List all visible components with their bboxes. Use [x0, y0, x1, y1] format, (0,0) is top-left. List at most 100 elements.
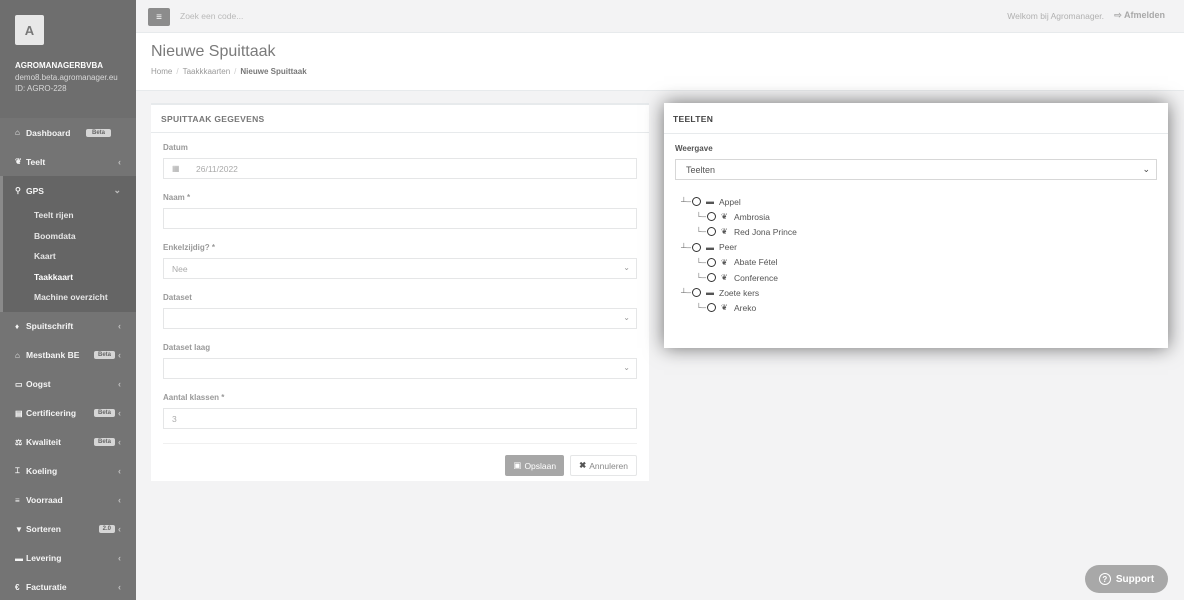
certificate-icon: ▤	[15, 408, 23, 418]
chevron-left-icon: ‹	[118, 156, 121, 167]
enkelzijdig-value: Nee	[172, 263, 188, 274]
logout-link[interactable]: ⇨ Afmelden	[1114, 10, 1165, 21]
search-input[interactable]: Zoek een code...	[180, 11, 243, 21]
dataset-laag-select[interactable]: ⌄	[163, 358, 637, 379]
sidebar-item-label: Levering	[26, 553, 62, 563]
save-button[interactable]: ▣ Opslaan	[505, 455, 565, 476]
cancel-label: Annuleren	[589, 460, 628, 471]
sidebar-link[interactable]: ⌂ Dashboard Beta	[0, 118, 136, 147]
basket-icon: ▭	[15, 379, 23, 389]
sidebar-item-teelt[interactable]: ❦ Teelt ‹	[0, 147, 136, 176]
sidebar-item-facturatie[interactable]: € Facturatie ‹	[0, 573, 136, 600]
naam-label: Naam *	[163, 193, 191, 202]
sidebar-item-certificering[interactable]: ▤ Certificering Beta ‹	[0, 399, 136, 428]
sidebar-link[interactable]: ▤ Certificering Beta ‹	[0, 399, 136, 428]
sidebar-item-mestbank-be[interactable]: ⌂ Mestbank BE Beta ‹	[0, 341, 136, 370]
submenu-item-machine-overzicht[interactable]: Machine overzicht	[3, 287, 136, 308]
tree-connector: └–	[696, 273, 707, 283]
submenu-item-boomdata[interactable]: Boomdata	[3, 226, 136, 247]
sidebar-item-label: Oogst	[26, 379, 51, 389]
chevron-left-icon: ‹	[118, 582, 121, 592]
tree-node-child[interactable]: └– ❦ Areko	[681, 300, 1157, 315]
sidebar-link[interactable]: ▼ Sorteren 2.0 ‹	[0, 515, 136, 544]
sidebar-link[interactable]: ⚖ Kwaliteit Beta ‹	[0, 428, 136, 457]
form-actions: ▣ Opslaan ✖ Annuleren	[163, 443, 637, 476]
company-name[interactable]: AGROMANAGERBVBA	[15, 61, 121, 70]
tree-node-child[interactable]: └– ❦ Red Jona Prince	[681, 224, 1157, 239]
radio-circle-icon[interactable]	[707, 257, 716, 267]
radio-circle-icon[interactable]	[707, 303, 716, 313]
radio-circle-icon[interactable]	[692, 288, 701, 298]
sidebar-link[interactable]: ⚲ GPS ⌄	[3, 176, 136, 205]
tree-node-label: Conference	[734, 272, 778, 283]
tree-connector: └–	[696, 212, 707, 222]
datum-label: Datum	[163, 143, 188, 152]
folder-icon: ▬	[706, 197, 714, 207]
tree-node-child[interactable]: └– ❦ Conference	[681, 270, 1157, 285]
avatar[interactable]: A	[15, 15, 44, 45]
breadcrumb-taakkaarten[interactable]: Taakkkaarten	[183, 67, 231, 76]
sidebar-item-koeling[interactable]: ⌶ Koeling ‹	[0, 457, 136, 486]
sidebar-item-levering[interactable]: ▬ Levering ‹	[0, 544, 136, 573]
profile-email: demo8.beta.agromanager.eu	[15, 73, 118, 82]
klassen-field[interactable]: 3	[163, 408, 637, 429]
sidebar-link[interactable]: ⌂ Mestbank BE Beta ‹	[0, 341, 136, 370]
submenu-item-teelt-rijen[interactable]: Teelt rijen	[3, 205, 136, 226]
tree-node-parent[interactable]: ┴– ▬ Peer	[681, 240, 1157, 255]
sidebar-item-gps[interactable]: ⚲ GPS ⌄ Teelt rijen Boomdata Kaart Taakkaart Ma…	[0, 176, 136, 312]
dataset-label: Dataset	[163, 293, 192, 302]
tree-node-child[interactable]: └– ❦ Ambrosia	[681, 209, 1157, 224]
weergave-select[interactable]: Teelten ⌄	[675, 159, 1157, 180]
chevron-down-icon: ⌄	[623, 313, 630, 322]
radio-circle-icon[interactable]	[707, 273, 716, 283]
spuittaak-form: Datum ▦ 26/11/2022 Naam * Enkelzijdig? * …	[151, 133, 649, 429]
support-button[interactable]: ? Support	[1085, 565, 1168, 593]
menu-toggle-button[interactable]: ≡	[148, 8, 170, 26]
radio-circle-icon[interactable]	[707, 212, 716, 222]
welcome-text: Welkom bij Agromanager.	[1007, 11, 1104, 21]
tree-node-child[interactable]: └– ❦ Abate Fétel	[681, 255, 1157, 270]
chevron-down-icon: ⌄	[113, 185, 121, 195]
teelten-panel: TEELTEN Weergave Teelten ⌄ ┴– ▬ Appel └– ❦ Amb…	[664, 103, 1168, 348]
sidebar-item-label: Mestbank BE	[26, 350, 80, 360]
sidebar-item-sorteren[interactable]: ▼ Sorteren 2.0 ‹	[0, 515, 136, 544]
chevron-down-icon: ⌄	[623, 263, 630, 272]
close-icon: ✖	[579, 460, 587, 470]
leaf-icon: ❦	[721, 212, 728, 222]
sidebar-link[interactable]: ♦ Spuitschrift ‹	[0, 312, 136, 341]
cancel-button[interactable]: ✖ Annuleren	[570, 455, 637, 476]
tree-node-label: Red Jona Prince	[734, 226, 797, 237]
sidebar-item-oogst[interactable]: ▭ Oogst ‹	[0, 370, 136, 399]
sidebar-link[interactable]: ▬ Levering ‹	[0, 544, 136, 573]
teelten-tree: ┴– ▬ Appel └– ❦ Ambrosia └– ❦ Red Jona Prince ┴– ▬…	[681, 194, 1157, 316]
tree-node-parent[interactable]: ┴– ▬ Appel	[681, 194, 1157, 209]
sidebar-link[interactable]: ❦ Teelt ‹	[0, 147, 136, 176]
chevron-left-icon: ‹	[118, 553, 121, 563]
panel-title: SPUITTAAK GEGEVENS	[151, 105, 649, 133]
tree-connector: ┴–	[681, 197, 692, 207]
weergave-value: Teelten	[686, 164, 716, 175]
submenu-item-taakkaart[interactable]: Taakkaart	[3, 267, 136, 288]
profile-block: A AGROMANAGERBVBA demo8.beta.agromanager…	[0, 0, 136, 118]
truck-icon: ▬	[15, 553, 23, 563]
submenu-item-kaart[interactable]: Kaart	[3, 246, 136, 267]
enkelzijdig-select[interactable]: Nee ⌄	[163, 258, 637, 279]
dataset-select[interactable]: ⌄	[163, 308, 637, 329]
radio-circle-icon[interactable]	[692, 242, 701, 252]
sidebar-link[interactable]: ≡ Voorraad ‹	[0, 486, 136, 515]
naam-field[interactable]	[163, 208, 637, 229]
breadcrumb-home[interactable]: Home	[151, 67, 172, 76]
radio-circle-icon[interactable]	[707, 227, 716, 237]
sidebar-item-spuitschrift[interactable]: ♦ Spuitschrift ‹	[0, 312, 136, 341]
sidebar-link[interactable]: € Facturatie ‹	[0, 573, 136, 600]
datum-field[interactable]: ▦ 26/11/2022	[163, 158, 637, 179]
tree-node-parent[interactable]: ┴– ▬ Zoete kers	[681, 285, 1157, 300]
sidebar-link[interactable]: ▭ Oogst ‹	[0, 370, 136, 399]
balance-icon: ⚖	[15, 437, 23, 447]
radio-circle-icon[interactable]	[692, 197, 701, 207]
sidebar-link[interactable]: ⌶ Koeling ‹	[0, 457, 136, 486]
sidebar-item-dashboard[interactable]: ⌂ Dashboard Beta	[0, 118, 136, 147]
sidebar-item-kwaliteit[interactable]: ⚖ Kwaliteit Beta ‹	[0, 428, 136, 457]
sidebar-item-voorraad[interactable]: ≡ Voorraad ‹	[0, 486, 136, 515]
flask-icon: ♦	[15, 321, 20, 331]
